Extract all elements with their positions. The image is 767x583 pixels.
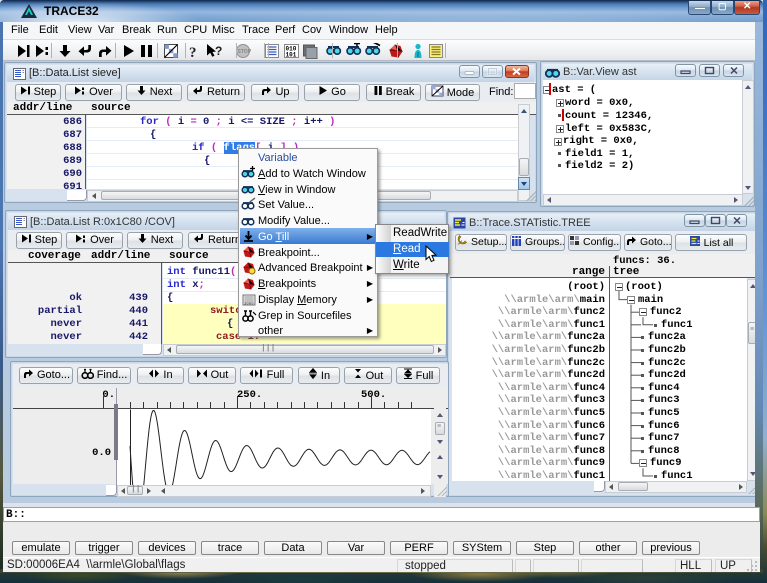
svg-text:3000: 3000 bbox=[244, 303, 254, 307]
svg-text:101: 101 bbox=[286, 52, 297, 59]
svg-text:STOP: STOP bbox=[238, 49, 252, 55]
svg-text:?: ? bbox=[189, 45, 197, 59]
svg-text:?: ? bbox=[215, 44, 222, 58]
